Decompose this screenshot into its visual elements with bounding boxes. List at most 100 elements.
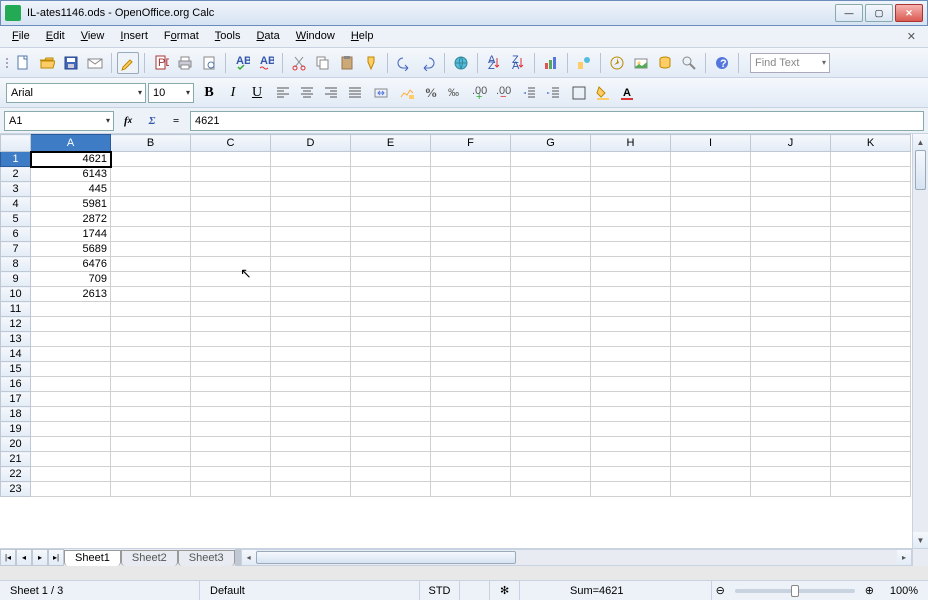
cell-I13[interactable] [671,332,751,347]
cell-F22[interactable] [431,467,511,482]
cell-F5[interactable] [431,212,511,227]
cell-C12[interactable] [191,317,271,332]
menu-file[interactable]: File [4,26,38,47]
cell-B2[interactable] [111,167,191,182]
cell-I19[interactable] [671,422,751,437]
cell-A2[interactable]: 6143 [31,167,111,182]
cell-K12[interactable] [831,317,911,332]
cell-D7[interactable] [271,242,351,257]
underline-button[interactable]: U [246,82,268,104]
scroll-thumb[interactable] [256,551,516,564]
cell-E23[interactable] [351,482,431,497]
cell-K16[interactable] [831,377,911,392]
cell-I22[interactable] [671,467,751,482]
minimize-button[interactable]: — [835,4,863,22]
cell-K19[interactable] [831,422,911,437]
show-draw-icon[interactable] [573,52,595,74]
cell-C3[interactable] [191,182,271,197]
cell-F2[interactable] [431,167,511,182]
col-header-K[interactable]: K [831,135,911,152]
spellcheck-icon[interactable]: ABC [231,52,253,74]
cell-J20[interactable] [751,437,831,452]
cell-J3[interactable] [751,182,831,197]
cell-H23[interactable] [591,482,671,497]
cell-F17[interactable] [431,392,511,407]
cell-A12[interactable] [31,317,111,332]
function-wizard-icon[interactable]: fx [118,111,138,131]
cell-I5[interactable] [671,212,751,227]
cell-G10[interactable] [511,287,591,302]
cell-F9[interactable] [431,272,511,287]
cell-K3[interactable] [831,182,911,197]
row-header-5[interactable]: 5 [1,212,31,227]
document-close-icon[interactable]: ✕ [899,26,924,47]
close-button[interactable]: ✕ [895,4,923,22]
zoom-out-icon[interactable]: ⊖ [712,581,729,600]
cell-C1[interactable] [191,152,271,167]
cell-G17[interactable] [511,392,591,407]
cell-C16[interactable] [191,377,271,392]
cell-A7[interactable]: 5689 [31,242,111,257]
cell-D18[interactable] [271,407,351,422]
cell-E2[interactable] [351,167,431,182]
toolbar-grip[interactable] [4,58,10,68]
currency-icon[interactable] [396,82,418,104]
cell-E10[interactable] [351,287,431,302]
font-name-select[interactable]: Arial [6,83,146,103]
cell-K8[interactable] [831,257,911,272]
cell-A10[interactable]: 2613 [31,287,111,302]
cell-E22[interactable] [351,467,431,482]
cell-J11[interactable] [751,302,831,317]
row-header-18[interactable]: 18 [1,407,31,422]
row-header-1[interactable]: 1 [1,152,31,167]
cell-C7[interactable] [191,242,271,257]
cell-K14[interactable] [831,347,911,362]
cell-I20[interactable] [671,437,751,452]
cell-E7[interactable] [351,242,431,257]
cell-B6[interactable] [111,227,191,242]
cell-F19[interactable] [431,422,511,437]
tab-last-icon[interactable]: ▸| [48,549,64,566]
percent-icon[interactable]: % [420,82,442,104]
cell-D3[interactable] [271,182,351,197]
cell-D16[interactable] [271,377,351,392]
cell-H2[interactable] [591,167,671,182]
cell-F13[interactable] [431,332,511,347]
menu-view[interactable]: View [73,26,113,47]
cell-A9[interactable]: 709 [31,272,111,287]
cell-E15[interactable] [351,362,431,377]
cell-H3[interactable] [591,182,671,197]
row-header-13[interactable]: 13 [1,332,31,347]
row-header-10[interactable]: 10 [1,287,31,302]
cell-A20[interactable] [31,437,111,452]
row-header-14[interactable]: 14 [1,347,31,362]
cut-icon[interactable] [288,52,310,74]
cell-I2[interactable] [671,167,751,182]
cell-K17[interactable] [831,392,911,407]
cell-J7[interactable] [751,242,831,257]
row-header-22[interactable]: 22 [1,467,31,482]
cell-E20[interactable] [351,437,431,452]
cell-J23[interactable] [751,482,831,497]
vertical-scrollbar[interactable]: ▲ ▼ [912,134,928,548]
cell-A14[interactable] [31,347,111,362]
cell-D10[interactable] [271,287,351,302]
cell-C8[interactable] [191,257,271,272]
remove-decimal-icon[interactable]: .000− [492,82,514,104]
cell-I10[interactable] [671,287,751,302]
cell-G18[interactable] [511,407,591,422]
row-header-23[interactable]: 23 [1,482,31,497]
cell-G11[interactable] [511,302,591,317]
cell-H20[interactable] [591,437,671,452]
cell-H8[interactable] [591,257,671,272]
cell-D23[interactable] [271,482,351,497]
cell-E5[interactable] [351,212,431,227]
col-header-J[interactable]: J [751,135,831,152]
paste-icon[interactable] [336,52,358,74]
cell-K21[interactable] [831,452,911,467]
cell-J13[interactable] [751,332,831,347]
cell-F6[interactable] [431,227,511,242]
cell-J6[interactable] [751,227,831,242]
cell-I21[interactable] [671,452,751,467]
cell-H16[interactable] [591,377,671,392]
